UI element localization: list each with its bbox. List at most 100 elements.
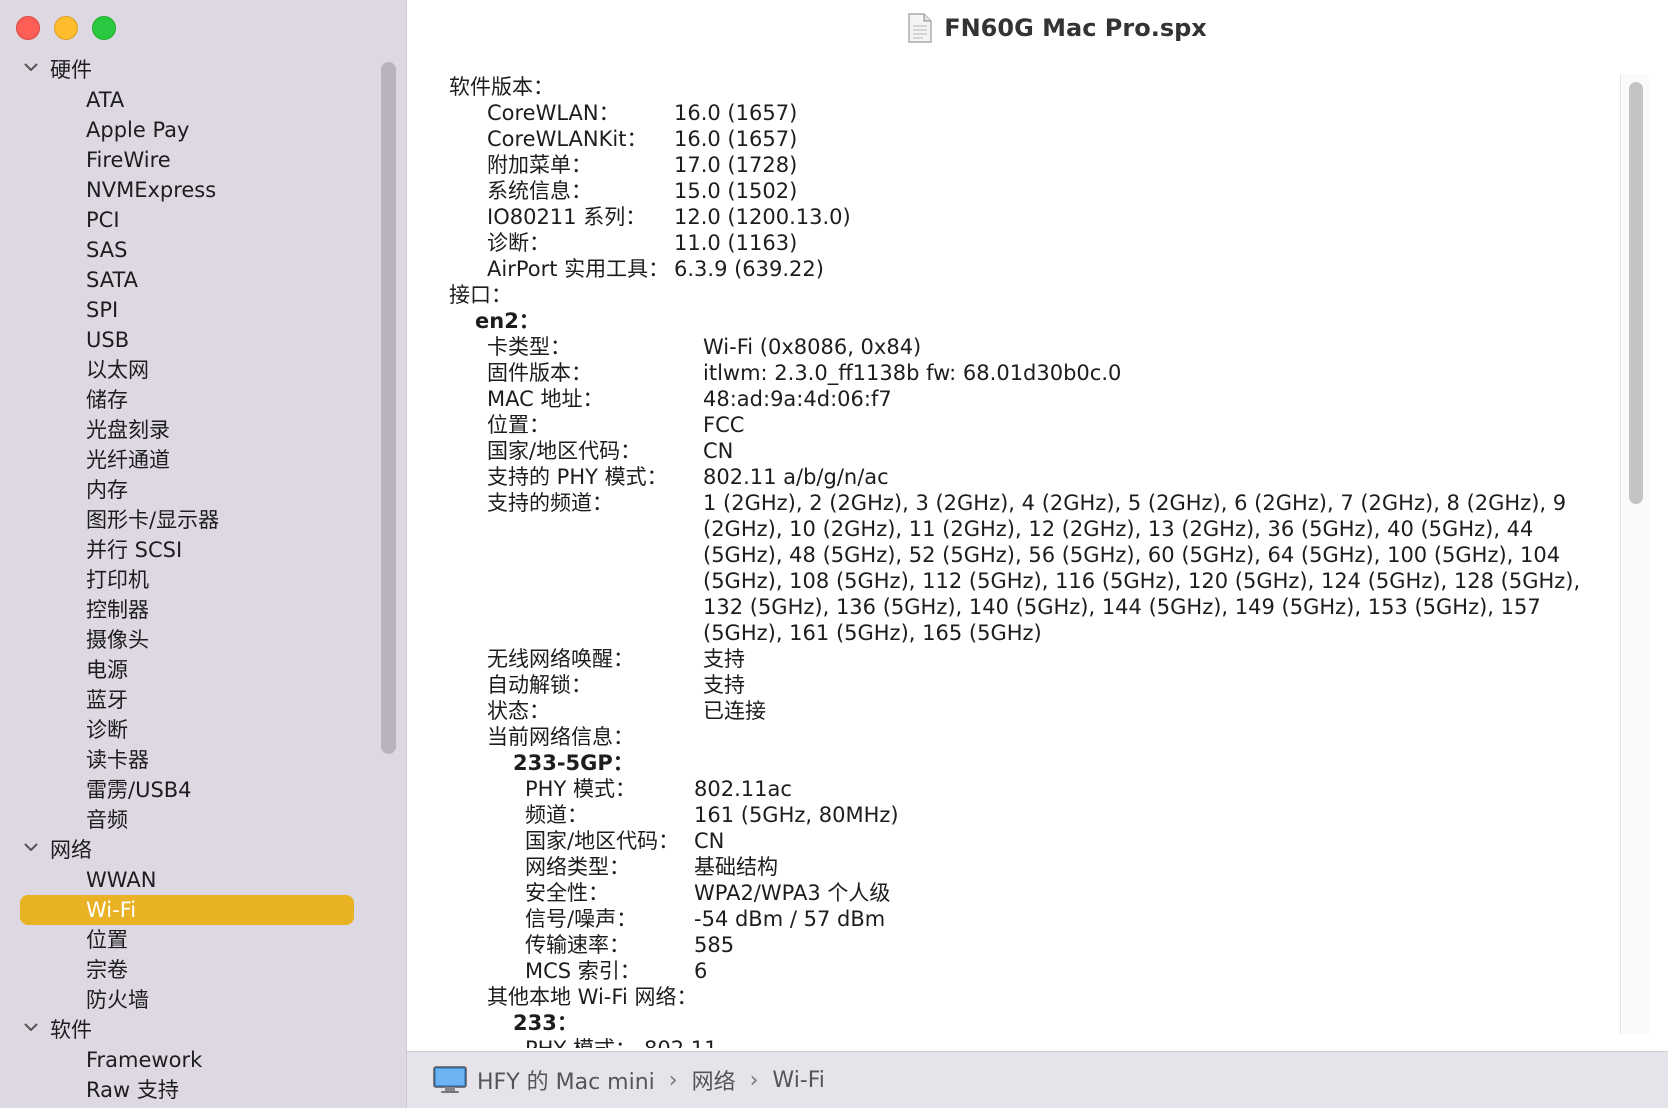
sidebar-group[interactable]: 软件 (0, 1015, 380, 1045)
sidebar-item[interactable]: NVMExpress (0, 175, 380, 205)
sidebar-item[interactable]: 电源 (0, 655, 380, 685)
info-key: 安全性： (525, 881, 609, 905)
sidebar-item[interactable]: FireWire (0, 145, 380, 175)
info-key: 当前网络信息： (487, 725, 634, 749)
info-value: 12.0 (1200.13.0) (674, 205, 851, 229)
info-key: 卡类型： (487, 335, 571, 359)
path-crumb-network[interactable]: 网络 (692, 1064, 736, 1096)
info-key: MCS 索引： (525, 959, 641, 983)
sidebar-item[interactable]: 宗卷 (0, 955, 380, 985)
document-icon (908, 13, 932, 43)
sidebar-item[interactable]: USB (0, 325, 380, 355)
info-key: en2： (475, 309, 540, 333)
sidebar-group[interactable]: 硬件 (0, 55, 380, 85)
info-value: 16.0 (1657) (674, 127, 798, 151)
sidebar-item[interactable]: SATA (0, 265, 380, 295)
sidebar-item[interactable]: 摄像头 (0, 625, 380, 655)
sidebar-group-label: 网络 (50, 838, 92, 862)
info-key: 233： (513, 1011, 578, 1035)
info-value: 48:ad:9a:4d:06:f7 (703, 387, 892, 411)
info-row: 安全性： WPA2/WPA3 个人级 (449, 880, 1609, 906)
info-value: (2GHz), 10 (2GHz), 11 (2GHz), 12 (2GHz),… (703, 517, 1534, 541)
sidebar-item[interactable]: PCI (0, 205, 380, 235)
sidebar-item[interactable]: 光盘刻录 (0, 415, 380, 445)
sidebar-item[interactable]: 打印机 (0, 565, 380, 595)
info-row-clipped: PHY 模式： 802.11 (449, 1036, 1609, 1048)
info-value: 15.0 (1502) (674, 179, 798, 203)
sidebar-item[interactable]: SAS (0, 235, 380, 265)
sidebar-item[interactable]: ATA (0, 85, 380, 115)
channels-row: 132 (5GHz), 136 (5GHz), 140 (5GHz), 144 … (449, 594, 1609, 620)
sidebar-item[interactable]: 以太网 (0, 355, 380, 385)
info-value: 已连接 (703, 699, 766, 723)
close-window-button[interactable] (16, 16, 40, 40)
info-row: 附加菜单： 17.0 (1728) (449, 152, 1609, 178)
info-row: MCS 索引： 6 (449, 958, 1609, 984)
minimize-window-button[interactable] (54, 16, 78, 40)
content-scroll-thumb[interactable] (1629, 82, 1643, 504)
sidebar-item[interactable]: 读卡器 (0, 745, 380, 775)
sidebar-item[interactable]: 控制器 (0, 595, 380, 625)
content-scrollbar[interactable] (1620, 74, 1649, 1034)
info-row: 频道： 161 (5GHz, 80MHz) (449, 802, 1609, 828)
sidebar-item[interactable]: 防火墙 (0, 985, 380, 1015)
info-value: (5GHz), 108 (5GHz), 112 (5GHz), 116 (5GH… (703, 569, 1581, 593)
info-value: FCC (703, 413, 745, 437)
sidebar-item[interactable]: 内存 (0, 475, 380, 505)
sidebar-item[interactable]: 音频 (0, 805, 380, 835)
info-key: MAC 地址： (487, 387, 604, 411)
path-separator: › (668, 1067, 678, 1093)
sidebar-item[interactable]: Wi-Fi (20, 895, 354, 925)
info-row: 国家/地区代码： CN (449, 438, 1609, 464)
info-key: PHY 模式： (525, 1036, 636, 1048)
info-key: 其他本地 Wi-Fi 网络： (487, 985, 698, 1009)
info-row: 状态： 已连接 (449, 698, 1609, 724)
info-row: 信号/噪声： -54 dBm / 57 dBm (449, 906, 1609, 932)
info-key: 附加菜单： (487, 153, 592, 177)
info-row: 固件版本： itlwm: 2.3.0_ff1138b fw: 68.01d30b0… (449, 360, 1609, 386)
sidebar-item[interactable]: Framework (0, 1045, 380, 1075)
sidebar-item[interactable]: SPI (0, 295, 380, 325)
sidebar-item[interactable]: 雷雳/USB4 (0, 775, 380, 805)
path-crumb-wifi[interactable]: Wi-Fi (772, 1068, 825, 1093)
info-value: 161 (5GHz, 80MHz) (694, 803, 899, 827)
path-computer[interactable]: HFY 的 Mac mini (477, 1064, 655, 1096)
title-bar: FN60G Mac Pro.spx (407, 0, 1668, 56)
chevron-down-icon[interactable] (24, 840, 38, 854)
info-value: 802.11ac (694, 777, 792, 801)
info-row: 网络类型： 基础结构 (449, 854, 1609, 880)
info-row: CoreWLANKit： 16.0 (1657) (449, 126, 1609, 152)
info-row: CoreWLAN： 16.0 (1657) (449, 100, 1609, 126)
channels-row: (5GHz), 108 (5GHz), 112 (5GHz), 116 (5GH… (449, 568, 1609, 594)
chevron-down-icon[interactable] (24, 60, 38, 74)
sidebar-item[interactable]: 诊断 (0, 715, 380, 745)
sidebar-item[interactable]: Raw 支持 (0, 1075, 380, 1105)
info-value: WPA2/WPA3 个人级 (694, 881, 891, 905)
sidebar-item[interactable]: 光纤通道 (0, 445, 380, 475)
info-value: 802.11 a/b/g/n/ac (703, 465, 889, 489)
info-key: 无线网络唤醒： (487, 647, 634, 671)
sidebar-scrollbar[interactable] (381, 62, 396, 754)
sidebar-item[interactable]: 并行 SCSI (0, 535, 380, 565)
info-row: 国家/地区代码： CN (449, 828, 1609, 854)
sidebar-item[interactable]: WWAN (0, 865, 380, 895)
channels-row: (2GHz), 10 (2GHz), 11 (2GHz), 12 (2GHz),… (449, 516, 1609, 542)
info-value: 585 (694, 933, 735, 957)
sidebar-item[interactable]: 储存 (0, 385, 380, 415)
sidebar-group[interactable]: 网络 (0, 835, 380, 865)
detail-content: 软件版本： CoreWLAN： 16.0 (1657) CoreWLANKit： 16.… (449, 74, 1609, 1048)
sidebar-group-label: 软件 (50, 1018, 92, 1042)
info-key: CoreWLAN： (487, 101, 620, 125)
sidebar-item[interactable]: 蓝牙 (0, 685, 380, 715)
info-row: 支持的 PHY 模式： 802.11 a/b/g/n/ac (449, 464, 1609, 490)
info-row: 无线网络唤醒： 支持 (449, 646, 1609, 672)
sidebar-item[interactable]: 图形卡/显示器 (0, 505, 380, 535)
chevron-down-icon[interactable] (24, 1020, 38, 1034)
info-key: 系统信息： (487, 179, 592, 203)
info-key: PHY 模式： (525, 777, 636, 801)
info-value: itlwm: 2.3.0_ff1138b fw: 68.01d30b0c.0 (703, 361, 1122, 385)
section-header: 软件版本： (449, 74, 1609, 100)
zoom-window-button[interactable] (92, 16, 116, 40)
sidebar-item[interactable]: Apple Pay (0, 115, 380, 145)
sidebar-item[interactable]: 位置 (0, 925, 380, 955)
